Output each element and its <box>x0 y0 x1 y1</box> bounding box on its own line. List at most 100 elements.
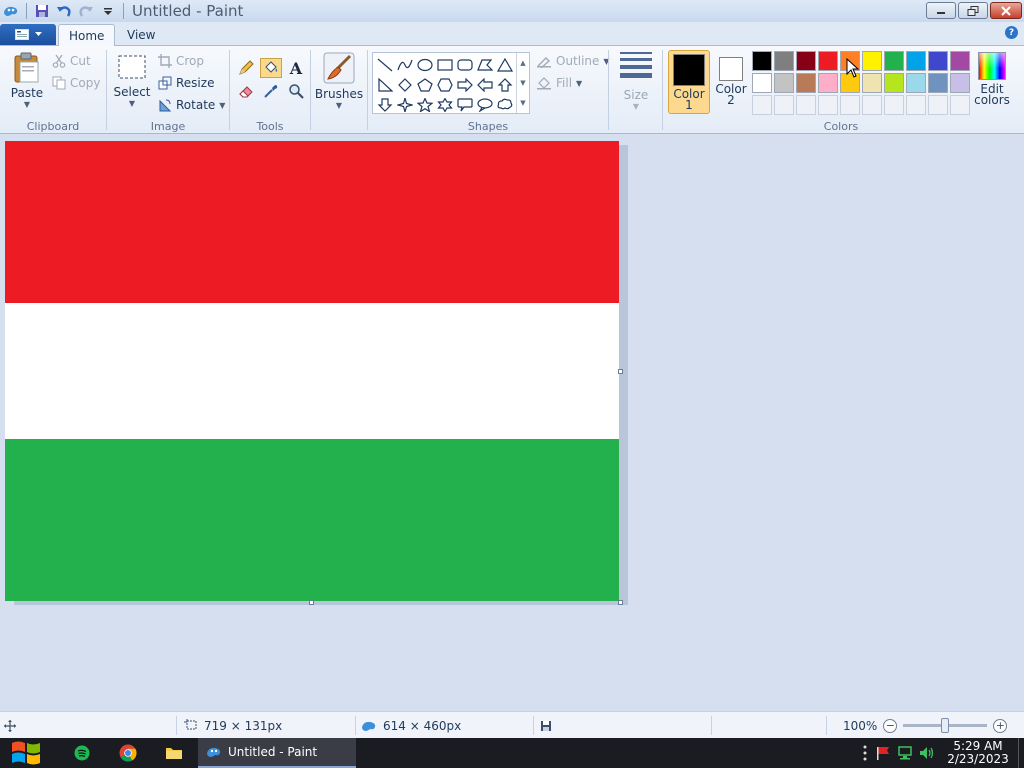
start-button[interactable] <box>8 738 44 768</box>
save-icon[interactable] <box>33 2 51 20</box>
right-triangle-shape-icon[interactable] <box>375 75 395 94</box>
paste-button[interactable]: Paste ▼ <box>8 52 46 109</box>
tab-home[interactable]: Home <box>58 24 116 47</box>
drawing-canvas[interactable] <box>5 141 619 601</box>
palette-swatch[interactable] <box>906 73 926 93</box>
custom-color-slot[interactable] <box>862 95 882 115</box>
copy-button[interactable]: Copy <box>52 76 100 90</box>
custom-color-slot[interactable] <box>818 95 838 115</box>
text-icon[interactable]: A <box>285 58 307 78</box>
custom-color-slot[interactable] <box>928 95 948 115</box>
palette-swatch[interactable] <box>796 51 816 71</box>
taskbar-app-paint[interactable]: Untitled - Paint <box>198 738 356 768</box>
show-desktop-button[interactable] <box>1018 738 1024 768</box>
restore-button[interactable] <box>958 2 988 19</box>
palette-swatch[interactable] <box>928 73 948 93</box>
crop-button[interactable]: Crop <box>158 54 204 68</box>
left-arrow-shape-icon[interactable] <box>475 75 495 94</box>
custom-color-slot[interactable] <box>884 95 904 115</box>
palette-swatch[interactable] <box>818 51 838 71</box>
cut-button[interactable]: Cut <box>52 54 91 68</box>
pencil-icon[interactable] <box>235 58 257 78</box>
diamond-shape-icon[interactable] <box>395 75 415 94</box>
custom-color-slot[interactable] <box>796 95 816 115</box>
pentagon-shape-icon[interactable] <box>415 75 435 94</box>
five-point-star-shape-icon[interactable] <box>415 95 435 114</box>
down-arrow-shape-icon[interactable] <box>375 95 395 114</box>
color2-button[interactable]: Color 2 <box>710 50 752 114</box>
eraser-icon[interactable] <box>235 81 257 101</box>
chrome-icon[interactable] <box>116 738 140 768</box>
rounded-rectangle-shape-icon[interactable] <box>455 55 475 74</box>
select-button[interactable]: Select ▼ <box>113 54 151 108</box>
rounded-callout-shape-icon[interactable] <box>455 95 475 114</box>
custom-color-slot[interactable] <box>906 95 926 115</box>
custom-color-slot[interactable] <box>752 95 772 115</box>
zoom-out-button[interactable]: − <box>883 718 898 733</box>
redo-icon[interactable] <box>77 2 95 20</box>
customize-qat-icon[interactable] <box>99 2 117 20</box>
shapes-scrollbar[interactable]: ▲ ▼ ▼ <box>516 53 529 113</box>
zoom-slider[interactable] <box>903 718 988 733</box>
polygon-shape-icon[interactable] <box>475 55 495 74</box>
tab-view[interactable]: View <box>117 24 165 47</box>
expand-gallery-icon[interactable]: ▼ <box>520 99 525 107</box>
custom-color-slot[interactable] <box>774 95 794 115</box>
oval-shape-icon[interactable] <box>415 55 435 74</box>
six-point-star-shape-icon[interactable] <box>435 95 455 114</box>
resize-handle-right[interactable] <box>618 369 623 374</box>
network-icon[interactable] <box>894 738 916 768</box>
resize-handle-bottom[interactable] <box>309 600 314 605</box>
palette-swatch[interactable] <box>862 73 882 93</box>
palette-swatch[interactable] <box>818 73 838 93</box>
palette-swatch[interactable] <box>752 73 772 93</box>
line-shape-icon[interactable] <box>375 55 395 74</box>
flag-icon[interactable] <box>872 738 894 768</box>
magnifier-icon[interactable] <box>285 81 307 101</box>
zoom-in-button[interactable]: + <box>993 718 1008 733</box>
palette-swatch[interactable] <box>884 51 904 71</box>
palette-swatch[interactable] <box>950 51 970 71</box>
palette-swatch[interactable] <box>906 51 926 71</box>
cloud-callout-shape-icon[interactable] <box>495 95 515 114</box>
size-button[interactable]: Size ▼ <box>616 52 656 111</box>
palette-swatch[interactable] <box>752 51 772 71</box>
help-icon[interactable]: ? <box>1005 26 1018 39</box>
volume-icon[interactable] <box>916 738 938 768</box>
minimize-button[interactable] <box>926 2 956 19</box>
file-menu-button[interactable] <box>0 24 56 45</box>
up-arrow-shape-icon[interactable] <box>495 75 515 94</box>
zoom-slider-thumb[interactable] <box>941 718 950 733</box>
paint-app-icon[interactable] <box>2 2 20 20</box>
palette-swatch[interactable] <box>774 51 794 71</box>
palette-swatch[interactable] <box>796 73 816 93</box>
custom-color-slot[interactable] <box>840 95 860 115</box>
undo-icon[interactable] <box>55 2 73 20</box>
four-point-star-shape-icon[interactable] <box>395 95 415 114</box>
hexagon-shape-icon[interactable] <box>435 75 455 94</box>
brushes-button[interactable]: Brushes ▼ <box>315 52 363 110</box>
curve-shape-icon[interactable] <box>395 55 415 74</box>
file-explorer-icon[interactable] <box>162 738 186 768</box>
close-button[interactable] <box>990 2 1022 19</box>
color1-button[interactable]: Color 1 <box>668 50 710 114</box>
fill-button[interactable]: Fill ▼ <box>536 76 582 90</box>
resize-button[interactable]: Resize <box>158 76 214 90</box>
triangle-shape-icon[interactable] <box>495 55 515 74</box>
scroll-up-icon[interactable]: ▲ <box>520 59 525 67</box>
rectangle-shape-icon[interactable] <box>435 55 455 74</box>
outline-button[interactable]: Outline ▼ <box>536 54 610 68</box>
color-picker-icon[interactable] <box>260 81 282 101</box>
palette-swatch[interactable] <box>774 73 794 93</box>
palette-swatch[interactable] <box>884 73 904 93</box>
oval-callout-shape-icon[interactable] <box>475 95 495 114</box>
more-icon[interactable] <box>858 738 872 768</box>
rotate-button[interactable]: Rotate ▼ <box>158 98 225 112</box>
canvas-workspace[interactable] <box>0 135 1024 711</box>
palette-swatch[interactable] <box>928 51 948 71</box>
palette-swatch[interactable] <box>950 73 970 93</box>
resize-handle-corner[interactable] <box>618 600 623 605</box>
spotify-icon[interactable] <box>70 738 94 768</box>
palette-swatch[interactable] <box>862 51 882 71</box>
edit-colors-button[interactable]: Edit colors <box>974 52 1010 106</box>
